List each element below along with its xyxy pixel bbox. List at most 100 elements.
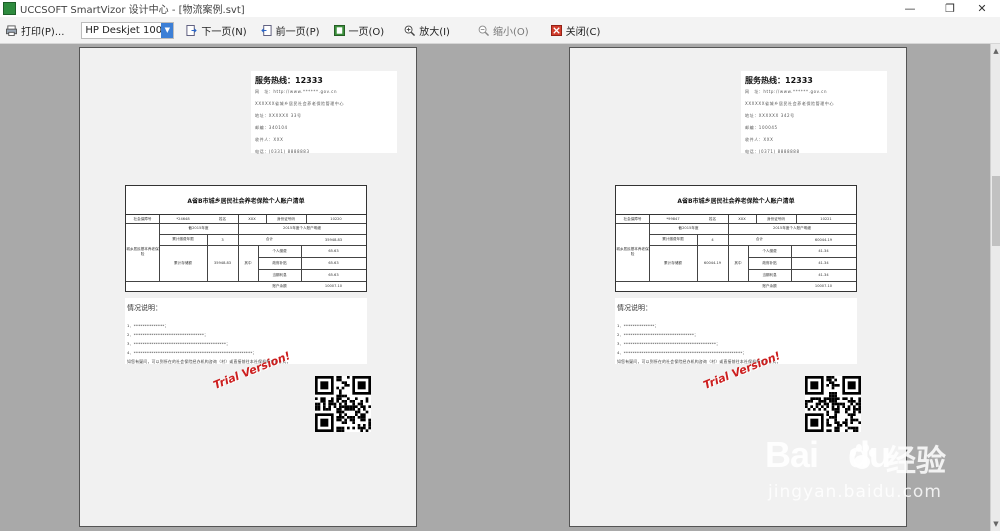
cell: 个人缴费 [272, 248, 287, 253]
cell: 65.63 [328, 249, 339, 253]
cell: *24648 [176, 217, 190, 221]
info-line: 收件人：XXX [255, 137, 284, 142]
print-label: 打印(P)... [21, 26, 65, 38]
notes-line: 2、********************************； [617, 332, 699, 337]
notes-box: 情况说明： 1、**************； 2、**************… [615, 298, 857, 364]
prev-page-button[interactable]: 前一页(P) [260, 20, 320, 40]
chevron-down-icon: ▼ [161, 22, 174, 38]
cell: 10221 [820, 217, 832, 221]
sender-info-box: 服务热线：12333 网 址：http://www.******.gov.cn … [251, 71, 397, 154]
prev-page-label: 前一页(P) [275, 26, 320, 38]
close-window-button[interactable]: ✕ [964, 0, 1000, 17]
cell: 60044.19 [814, 237, 833, 242]
info-line: 电话：(0371) 8888888 [745, 149, 800, 154]
cell: 其中 [244, 260, 252, 265]
next-page-icon [186, 24, 198, 36]
cell: 政府补贴 [762, 260, 777, 265]
close-preview-label: 关闭(C) [565, 26, 601, 38]
table-title: A省B市城乡居民社会养老保险个人账户清单 [126, 186, 366, 215]
notes-line: 1、**************； [617, 323, 659, 328]
title-bar: UCCSOFT SmartVizor 设计中心 - [物流案例.svt] — ❐… [0, 0, 1000, 17]
account-statement-table: A省B市城乡居民社会养老保险个人账户清单 社会保障号 *99847 姓名 XXX… [615, 185, 857, 292]
cell: 2015年度个人账户明细 [283, 226, 321, 230]
qr-code [805, 376, 861, 432]
info-line: XXXXXX省城乡居民社会养老保险管理中心 [745, 101, 835, 106]
one-page-button[interactable]: 一页(O) [333, 20, 384, 40]
cell: 累计缴费年限 [172, 237, 194, 241]
info-line: 收件人：XXX [745, 137, 774, 142]
close-icon [550, 24, 562, 36]
notes-title: 情况说明： [617, 304, 652, 312]
vertical-scrollbar[interactable]: ▲ ▼ [990, 44, 1000, 531]
notes-title: 情况说明： [127, 304, 162, 312]
scroll-down-icon[interactable]: ▼ [992, 519, 1000, 529]
scroll-up-icon[interactable]: ▲ [992, 46, 1000, 56]
cell: 账户余额 [762, 283, 777, 288]
cell: 截2015年度 [188, 226, 209, 230]
zoom-out-button[interactable]: 缩小(O) [478, 20, 529, 40]
cell: 41.34 [818, 249, 829, 253]
print-preview-toolbar: 打印(P)... HP Deskjet 1000 J1 ▼ 下一页(N) 前一页… [0, 17, 1000, 44]
cell: 10007.10 [814, 284, 833, 288]
minimize-button[interactable]: — [892, 0, 928, 17]
info-line: 地址：XXXXXX 33号 [255, 113, 302, 118]
cell: *99847 [666, 217, 680, 221]
window-title: UCCSOFT SmartVizor 设计中心 - [物流案例.svt] [20, 5, 245, 16]
watermark-url: jingyan.baidu.com [768, 482, 942, 502]
notes-line: 4、**************************************… [127, 350, 257, 355]
cell: 社会保障号 [623, 216, 642, 221]
notes-line: 3、**************************************… [617, 341, 721, 346]
info-line: 网 址：http://www.******.gov.cn [255, 89, 338, 94]
printer-select[interactable]: HP Deskjet 1000 J1 ▼ [81, 21, 175, 39]
cell: XXX [248, 217, 256, 221]
info-line: 邮编：100045 [745, 125, 778, 130]
info-line: 地址：XXXXXX 342号 [745, 113, 795, 118]
cell: 4 [711, 237, 714, 242]
restore-button[interactable]: ❐ [932, 0, 968, 17]
info-line: 网 址：http://www.******.gov.cn [745, 89, 828, 94]
cell: 姓名 [218, 216, 227, 221]
cell: 41.34 [818, 261, 829, 265]
cell: 累计缴费年限 [662, 237, 684, 241]
cell: 姓名 [708, 216, 717, 221]
single-page-icon [333, 24, 345, 36]
cell: 其中 [734, 260, 742, 265]
cell: 65.63 [328, 273, 339, 277]
cell: 60044.19 [703, 261, 722, 265]
cell: 41.34 [818, 273, 829, 277]
table-title: A省B市城乡居民社会养老保险个人账户清单 [616, 186, 856, 215]
cell: 2015年度个人账户明细 [773, 226, 811, 230]
service-hotline: 服务热线：12333 [255, 76, 323, 85]
app-window: UCCSOFT SmartVizor 设计中心 - [物流案例.svt] — ❐… [0, 0, 1000, 531]
prev-page-icon [260, 24, 272, 36]
cell: 10220 [330, 217, 342, 221]
zoom-in-button[interactable]: 放大(I) [404, 20, 450, 40]
cell: 身份证号码 [767, 216, 785, 221]
cell: 合计 [265, 237, 274, 241]
zoom-out-icon [478, 25, 489, 36]
cell: 当期利息 [272, 272, 287, 277]
next-page-label: 下一页(N) [201, 26, 247, 38]
cell: 身份证号码 [277, 216, 295, 221]
print-button[interactable]: 打印(P)... [6, 20, 64, 40]
cell: 累计存储额 [174, 260, 192, 265]
printer-icon [6, 24, 17, 36]
notes-line: 1、**************； [127, 323, 169, 328]
scroll-thumb[interactable] [992, 176, 1000, 246]
cell: 合计 [755, 237, 764, 241]
cell: 35948.83 [213, 261, 232, 265]
app-logo-icon [3, 2, 16, 15]
next-page-button[interactable]: 下一页(N) [186, 20, 247, 40]
side-label: 城乡居民基本养老保险 [616, 247, 649, 256]
baidu-jingyan-watermark: Bai du 经验 jingyan.baidu.com [762, 434, 972, 524]
cell: 社会保障号 [133, 216, 152, 221]
watermark-cn: 经验 [886, 444, 946, 479]
notes-box: 情况说明： 1、**************； 2、**************… [125, 298, 367, 364]
service-hotline: 服务热线：12333 [745, 76, 813, 85]
zoom-in-label: 放大(I) [419, 26, 450, 38]
close-preview-button[interactable]: 关闭(C) [550, 20, 601, 40]
zoom-out-label: 缩小(O) [492, 26, 529, 38]
paw-logo-icon [850, 444, 875, 469]
account-statement-table: A省B市城乡居民社会养老保险个人账户清单 社会保障号 *24648 姓名 XXX… [125, 185, 367, 292]
preview-page-1: 服务热线：12333 网 址：http://www.******.gov.cn … [79, 47, 417, 527]
